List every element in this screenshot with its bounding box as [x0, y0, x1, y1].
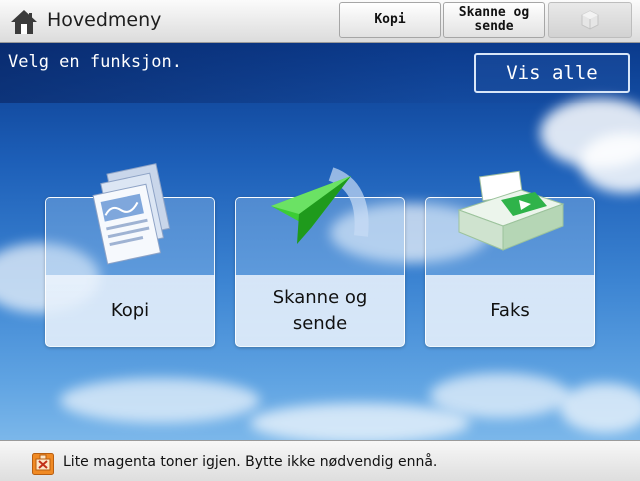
copy-function-tile[interactable]: Kopi: [45, 163, 215, 347]
instruction-text: Velg en funksjon.: [8, 52, 182, 72]
cloud: [250, 403, 470, 440]
scan-send-tile-label: Skanne og sende: [272, 287, 368, 334]
scan-send-shortcut-button[interactable]: Skanne og sende: [443, 2, 545, 38]
copy-documents-icon: [92, 163, 171, 265]
fax-function-tile[interactable]: Faks: [425, 170, 595, 347]
cloud: [60, 378, 260, 423]
status-bar: Lite magenta toner igjen. Bytte ikke nød…: [0, 440, 640, 481]
main-panel: Velg en funksjon. Vis alle Kopi Skanne o…: [0, 43, 640, 440]
top-bar: Hovedmeny Kopi Skanne og sende: [0, 0, 640, 43]
cloud: [560, 383, 640, 433]
show-all-button[interactable]: Vis alle: [474, 53, 630, 93]
toner-warning-icon[interactable]: [32, 453, 54, 475]
scan-send-function-tile[interactable]: Skanne og sende: [235, 167, 405, 347]
fax-tile-label: Faks: [490, 300, 530, 321]
copy-tile-label: Kopi: [110, 300, 150, 321]
paper-plane-icon: [271, 167, 369, 244]
status-message: Lite magenta toner igjen. Bytte ikke nød…: [63, 454, 438, 470]
page-title: Hovedmeny: [47, 9, 162, 31]
disabled-app-icon: [581, 10, 599, 30]
kopi-shortcut-button[interactable]: Kopi: [339, 2, 441, 38]
home-icon[interactable]: [9, 8, 39, 36]
disabled-shortcut-button[interactable]: [548, 2, 632, 38]
fax-machine-icon: [457, 170, 565, 251]
